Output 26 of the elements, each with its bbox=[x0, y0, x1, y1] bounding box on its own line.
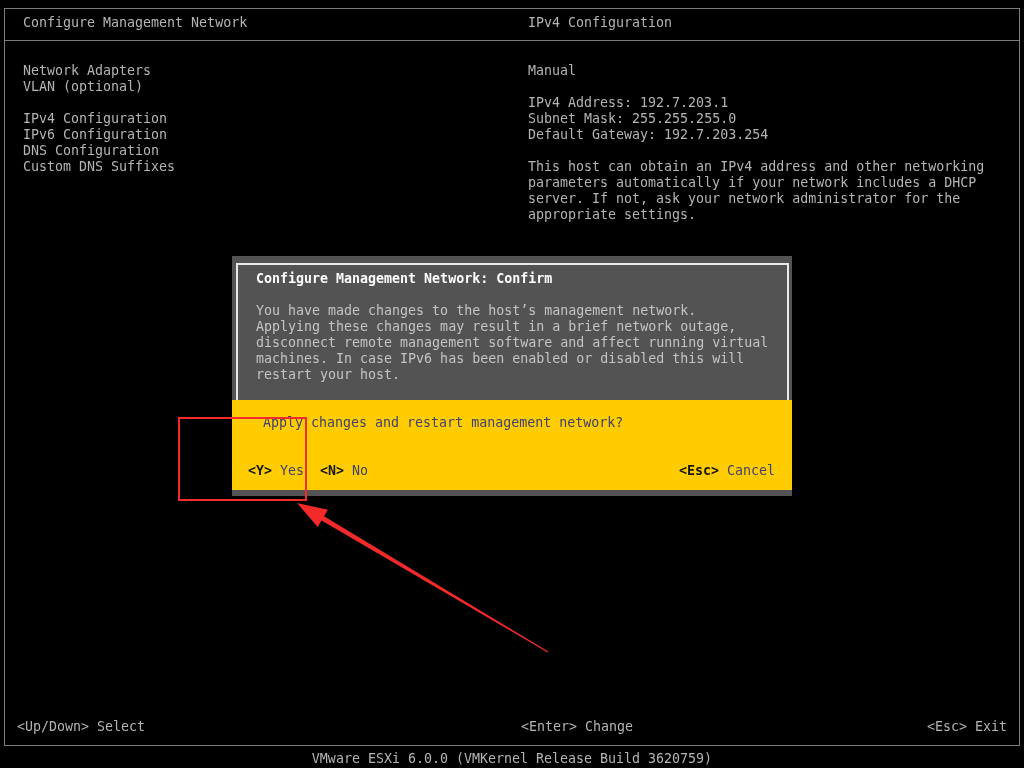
field-value: 192.7.203.254 bbox=[664, 127, 769, 143]
version-text: VMware ESXi 6.0.0 (VMKernel Release Build 3620759) bbox=[311, 751, 713, 767]
dialog-title: Configure Management Network: Confirm bbox=[256, 271, 553, 287]
dialog-question: Apply changes and restart management network? bbox=[263, 415, 624, 431]
menu-item[interactable]: IPv6 Configuration bbox=[23, 127, 168, 143]
menu-item[interactable]: IPv4 Configuration bbox=[23, 111, 168, 127]
key-hint: <Esc> Exit bbox=[926, 719, 1007, 735]
menu-item[interactable]: Custom DNS Suffixes bbox=[23, 159, 176, 175]
field-value: 255.255.255.0 bbox=[632, 111, 737, 127]
menu-item[interactable]: DNS Configuration bbox=[23, 143, 160, 159]
field-label: Subnet Mask: bbox=[528, 111, 625, 127]
field-label: Default Gateway: bbox=[528, 127, 657, 143]
dialog-message: You have made changes to the host’s management network. Applying these changes may result in a brief network outage, disconnect remote management software and affect running virtual machines. In case IPv6 has been enabled or disabled this will restart your host. bbox=[256, 303, 770, 383]
mode-text: Manual bbox=[528, 63, 577, 79]
field-label: IPv4 Address: bbox=[528, 95, 633, 111]
menu-item[interactable]: VLAN (optional) bbox=[23, 79, 144, 95]
dialog-button[interactable]: <Esc> Cancel bbox=[678, 463, 775, 479]
dialog-button[interactable]: <N> No bbox=[320, 463, 369, 479]
key-hint: <Enter> Change bbox=[521, 719, 634, 735]
description-text: This host can obtain an IPv4 address and other networking parameters automatically if your network includes a DHCP server. If not, ask your network administrator for the appropriate settings. bbox=[528, 159, 986, 223]
screen-title: Configure Management Network bbox=[22, 15, 248, 31]
dialog-button[interactable]: <Y> Yes bbox=[248, 463, 305, 479]
menu-item[interactable]: Network Adapters bbox=[23, 63, 152, 79]
panel-title: IPv4 Configuration bbox=[527, 15, 673, 31]
key-hint: <Up/Down> Select bbox=[17, 719, 146, 735]
field-value: 192.7.203.1 bbox=[640, 95, 729, 111]
